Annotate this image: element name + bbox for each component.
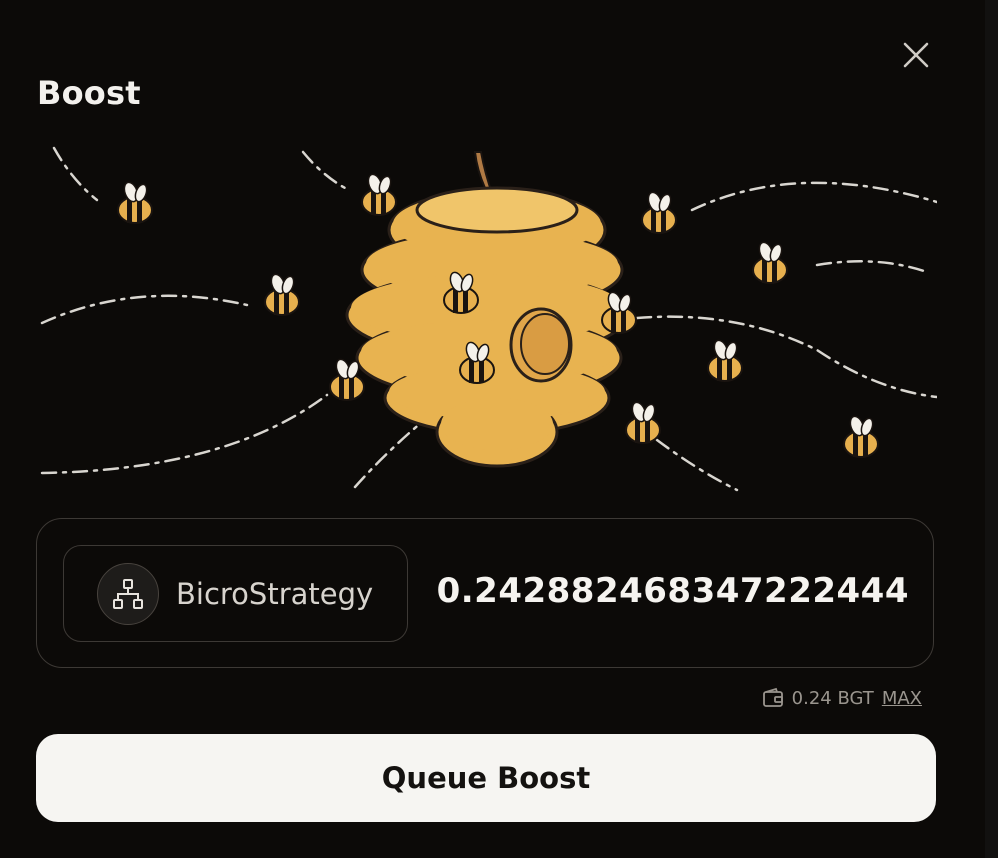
queue-boost-button[interactable]: Queue Boost — [36, 734, 936, 822]
validator-selector[interactable]: BicroStrategy — [63, 545, 408, 642]
validator-avatar — [97, 562, 159, 625]
bgt-balance: 0.24 BGT — [791, 687, 874, 709]
boost-modal: Boost BicroStrategy 0.242882468347222444… — [0, 0, 986, 858]
beehive-illustration — [40, 146, 937, 492]
modal-title: Boost — [37, 74, 141, 112]
close-icon — [903, 42, 929, 68]
boost-input-card: BicroStrategy 0.242882468347222444 — [36, 518, 934, 668]
close-button[interactable] — [896, 35, 936, 75]
max-button[interactable]: MAX — [882, 688, 922, 709]
wallet-icon — [762, 687, 783, 707]
amount-input[interactable]: 0.242882468347222444 — [437, 571, 909, 611]
balance-row: 0.24 BGT MAX — [762, 686, 922, 710]
network-hierarchy-icon — [113, 578, 143, 609]
background-edge — [985, 0, 998, 858]
validator-name: BicroStrategy — [176, 576, 374, 611]
